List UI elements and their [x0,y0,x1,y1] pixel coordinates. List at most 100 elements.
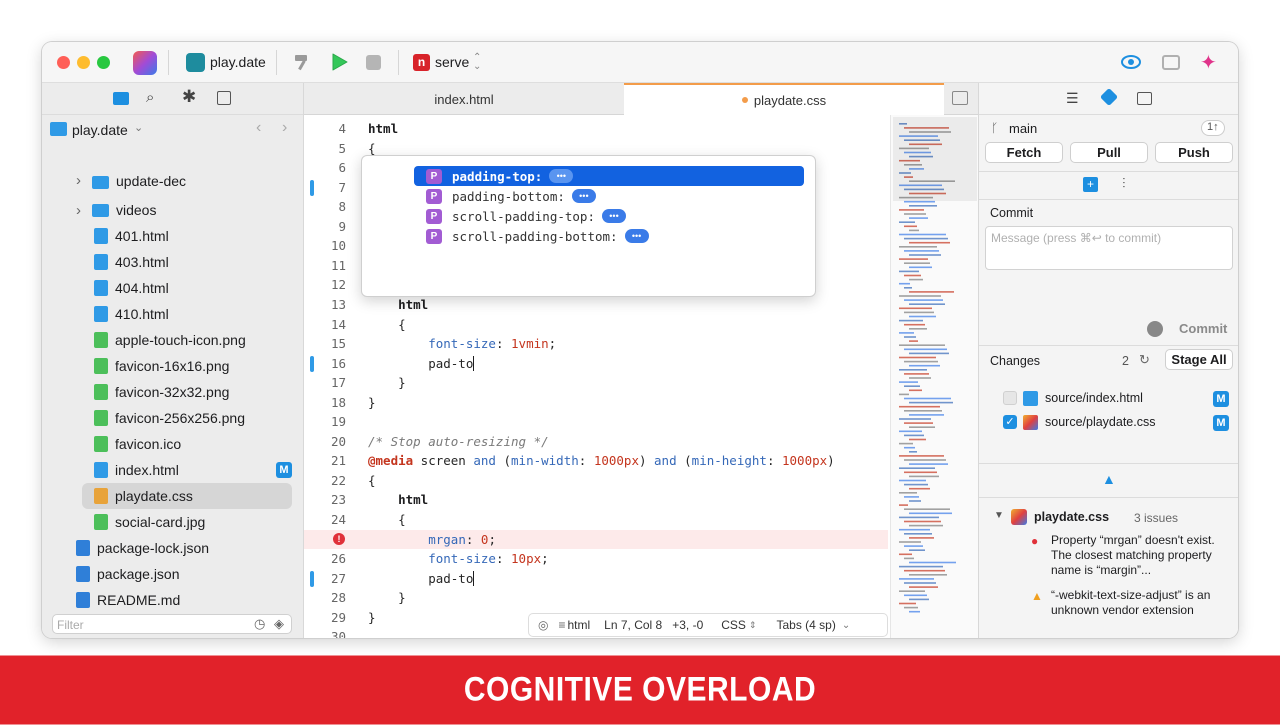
chevron-updown-icon[interactable]: ⌃ ⌄ [473,53,481,72]
refresh-icon[interactable]: ↻ [1139,352,1150,368]
sidebar-item-readme-md[interactable]: README.md [42,587,304,613]
code-line[interactable]: 4 html [304,119,888,139]
sidebar-item-favicon-16x16-png[interactable]: favicon-16x16.png [42,353,304,379]
branch-name[interactable]: main [1009,121,1037,136]
search-icon[interactable]: ⌕ [146,89,154,106]
status-language[interactable]: html [568,618,591,632]
sidebar-item-index-html[interactable]: index.html M [42,457,304,483]
code-line[interactable]: 15 font-size: 1vmin; [304,334,888,354]
sidebar-item-favicon-ico[interactable]: favicon.ico [42,431,304,457]
sidebar-item-403-html[interactable]: 403.html [42,249,304,275]
autocomplete-item[interactable]: Ppadding-top: ••• [414,166,804,186]
push-button[interactable]: Push [1155,142,1233,163]
sidebar-item-401-html[interactable]: 401.html [42,223,304,249]
code-line[interactable]: 18} [304,393,888,413]
code-line[interactable]: 23 html [304,490,888,510]
preview-eye-icon[interactable] [1120,53,1142,71]
stage-checkbox[interactable] [1003,391,1017,405]
sidebar-item-videos[interactable]: › videos [42,197,304,223]
code-line[interactable]: 26 font-size: 10px; [304,549,888,569]
sidebar-item-favicon-256x256-png[interactable]: favicon-256x256.png [42,405,304,431]
pull-button[interactable]: Pull [1070,142,1148,163]
run-icon[interactable] [329,52,349,72]
code-line[interactable]: 16 pad-to [304,354,888,374]
code-line[interactable]: 24 { [304,510,888,530]
folder-icon[interactable] [113,92,129,105]
change-row[interactable]: source/index.html M [979,388,1238,410]
layout-icon[interactable] [1162,55,1180,70]
commit-button[interactable]: Commit [1179,321,1227,336]
minimap-viewport[interactable] [893,117,977,201]
code-line[interactable]: 14 { [304,315,888,335]
more-options-icon[interactable]: ••• [602,209,626,223]
code-line[interactable]: ! mrgan: 0; [304,529,888,550]
tab-playdate-css[interactable]: playdate.css [624,83,944,115]
sidebar-item-apple-touch-icon-png[interactable]: apple-touch-icon.png [42,327,304,353]
sidebar-item-package-json[interactable]: package.json [42,561,304,587]
change-row[interactable]: ✓ source/playdate.css M [979,412,1238,434]
status-indentation[interactable]: Tabs (4 sp) [776,618,835,632]
stage-all-button[interactable]: Stage All [1165,349,1233,370]
forward-arrow-icon[interactable]: › [282,119,287,137]
chevron-right-icon[interactable]: › [76,202,81,219]
stop-icon[interactable] [366,55,381,70]
sidebar-project-title[interactable]: play.date [72,122,128,138]
code-line[interactable]: 22 { [304,471,888,491]
minimize-window-button[interactable] [77,56,90,69]
stage-icon[interactable]: + [1083,177,1098,192]
sparkle-icon[interactable]: ✦ [1200,50,1217,75]
code-line[interactable]: 17 } [304,373,888,393]
more-options-icon[interactable]: ••• [571,189,596,203]
chevron-right-icon[interactable]: › [76,175,81,189]
grid-icon[interactable] [217,91,231,105]
minimap[interactable] [890,115,978,638]
status-syntax[interactable]: CSS [721,618,746,632]
sidebar-item-social-card-jpg[interactable]: social-card.jpg [42,509,304,535]
code-line[interactable]: 27 pad-to [304,569,888,589]
sidebar-item-update-dec[interactable]: › update-dec [42,175,304,189]
autocomplete-item[interactable]: Pscroll-padding-top: ••• [414,206,802,226]
issue-message[interactable]: Property “mrgan” doesn't exist. The clos… [1051,533,1221,578]
filter-options-icon[interactable]: ◈ [274,616,284,632]
more-options-icon[interactable]: ••• [549,169,574,183]
sidebar-item-410-html[interactable]: 410.html [42,301,304,327]
status-cursor-position[interactable]: Ln 7, Col 8 [604,618,662,632]
sidebar-item-favicon-32x32-png[interactable]: favicon-32x32.png [42,379,304,405]
code-line[interactable]: 21 @media screen and (min-width: 1000px) … [304,451,888,471]
project-name[interactable]: play.date [210,54,266,70]
error-icon[interactable]: ! [333,532,345,545]
code-line[interactable]: 28 } [304,588,888,608]
globe-icon[interactable]: ◎ [538,618,548,632]
issue-message[interactable]: “-webkit-text-size-adjust” is an unknown… [1051,588,1221,618]
history-icon[interactable]: ⫶ [1122,175,1126,192]
symbols-icon[interactable]: ✱ [182,87,196,107]
back-arrow-icon[interactable]: ‹ [256,119,261,137]
commit-message-input[interactable]: Message (press ⌘↩ to commit) [985,226,1233,270]
close-window-button[interactable] [57,56,70,69]
build-hammer-icon[interactable] [292,52,314,72]
sidebar-item-package-lock-json[interactable]: package-lock.json [42,535,304,561]
git-diamond-icon[interactable] [1099,87,1119,107]
code-line[interactable]: 13 html [304,295,888,315]
sidebar-item-404-html[interactable]: 404.html [42,275,304,301]
chevron-down-icon[interactable]: ▼ [994,510,1004,521]
zoom-window-button[interactable] [97,56,110,69]
autocomplete-item[interactable]: Ppadding-bottom: ••• [414,186,802,206]
divider [979,345,1238,346]
more-options-icon[interactable]: ••• [624,229,649,243]
tab-index-html[interactable]: index.html [304,83,624,115]
chevron-down-icon[interactable]: ⌄ [134,121,143,134]
scheme-selector[interactable]: serve [435,54,469,70]
issues-file-name[interactable]: playdate.css [1034,510,1109,524]
issues-warning-icon[interactable]: ▲ [1102,471,1116,487]
sidebar-item-playdate-css[interactable]: playdate.cssM [82,483,320,509]
code-line[interactable]: 19 [304,412,888,432]
code-line[interactable]: 20 /* Stop auto-resizing */ [304,432,888,452]
split-view-icon[interactable] [952,91,968,105]
autocomplete-item[interactable]: Pscroll-padding-bottom: ••• [414,226,802,246]
outline-icon[interactable]: ☰ [1066,90,1079,107]
fetch-button[interactable]: Fetch [985,142,1063,163]
clock-icon[interactable]: ◷ [254,616,265,632]
terminal-icon[interactable] [1137,92,1152,105]
stage-checkbox[interactable]: ✓ [1003,415,1017,429]
